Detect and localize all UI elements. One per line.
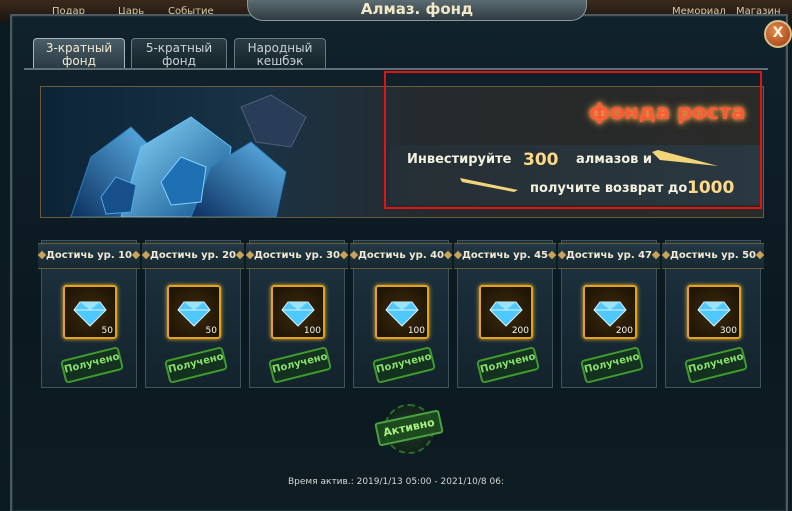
diamond-icon [697,301,731,327]
reward-card: Достичь ур. 47 200 Получено [558,240,660,388]
reward-quantity: 100 [407,326,425,336]
tab-label: Народный кешбэк [247,41,313,68]
claimed-stamp: Получено [371,346,437,384]
diamond-reward-slot[interactable]: 200 [479,285,533,339]
reward-requirement: Достичь ур. 10 [38,243,140,269]
reward-card: Достичь ур. 20 50 Получено [142,240,244,388]
diamond-reward-slot[interactable]: 100 [375,285,429,339]
diamond-icon [489,301,523,327]
tab-5x-fund[interactable]: 5-кратный фонд [131,38,227,68]
close-icon: X [772,25,784,41]
diamond-reward-slot[interactable]: 50 [167,285,221,339]
diamond-icon [73,301,107,327]
tab-people-cashback[interactable]: Народный кешбэк [234,38,326,68]
reward-quantity: 50 [205,326,217,336]
reward-card: Достичь ур. 10 50 Получено [38,240,140,388]
reward-card: Достичь ур. 40 100 Получено [350,240,452,388]
close-button[interactable]: X [764,20,792,48]
active-status-stamp: Активно [374,404,444,454]
tab-label: 5-кратный фонд [145,41,213,68]
reward-quantity: 200 [615,326,633,336]
tab-3x-fund[interactable]: 3-кратный фонд [33,38,125,68]
diamond-icon [177,301,211,327]
reward-card: Достичь ур. 30 100 Получено [246,240,348,388]
claimed-stamp: Получено [475,346,541,384]
diamond-reward-slot[interactable]: 50 [63,285,117,339]
reward-quantity: 200 [511,326,529,336]
reward-requirement: Достичь ур. 40 [350,243,452,269]
claimed-stamp: Получено [59,346,125,384]
reward-card: Достичь ур. 50 300 Получено [662,240,764,388]
crystal-cluster-image [70,94,307,217]
highlight-box [384,71,762,209]
reward-requirement: Достичь ур. 45 [454,243,556,269]
diamond-icon [593,301,627,327]
diamond-icon [281,301,315,327]
reward-card: Достичь ур. 45 200 Получено [454,240,556,388]
diamond-reward-slot[interactable]: 200 [583,285,637,339]
claimed-stamp: Получено [683,346,749,384]
reward-requirement: Достичь ур. 30 [246,243,348,269]
claimed-stamp: Получено [267,346,333,384]
reward-quantity: 300 [719,326,737,336]
reward-quantity: 50 [101,326,113,336]
reward-quantity: 100 [303,326,321,336]
reward-requirement: Достичь ур. 50 [662,243,764,269]
reward-requirement: Достичь ур. 47 [558,243,660,269]
claimed-stamp: Получено [579,346,645,384]
diamond-reward-slot[interactable]: 100 [271,285,325,339]
activity-time: Время актив.: 2019/1/13 05:00 - 2021/10/… [288,477,504,487]
tab-divider [24,68,768,70]
claimed-stamp: Получено [163,346,229,384]
tab-label: 3-кратный фонд [45,41,113,68]
reward-requirement: Достичь ур. 20 [142,243,244,269]
window-title: Алмаз. фонд [247,0,587,21]
diamond-icon [385,301,419,327]
diamond-reward-slot[interactable]: 300 [687,285,741,339]
